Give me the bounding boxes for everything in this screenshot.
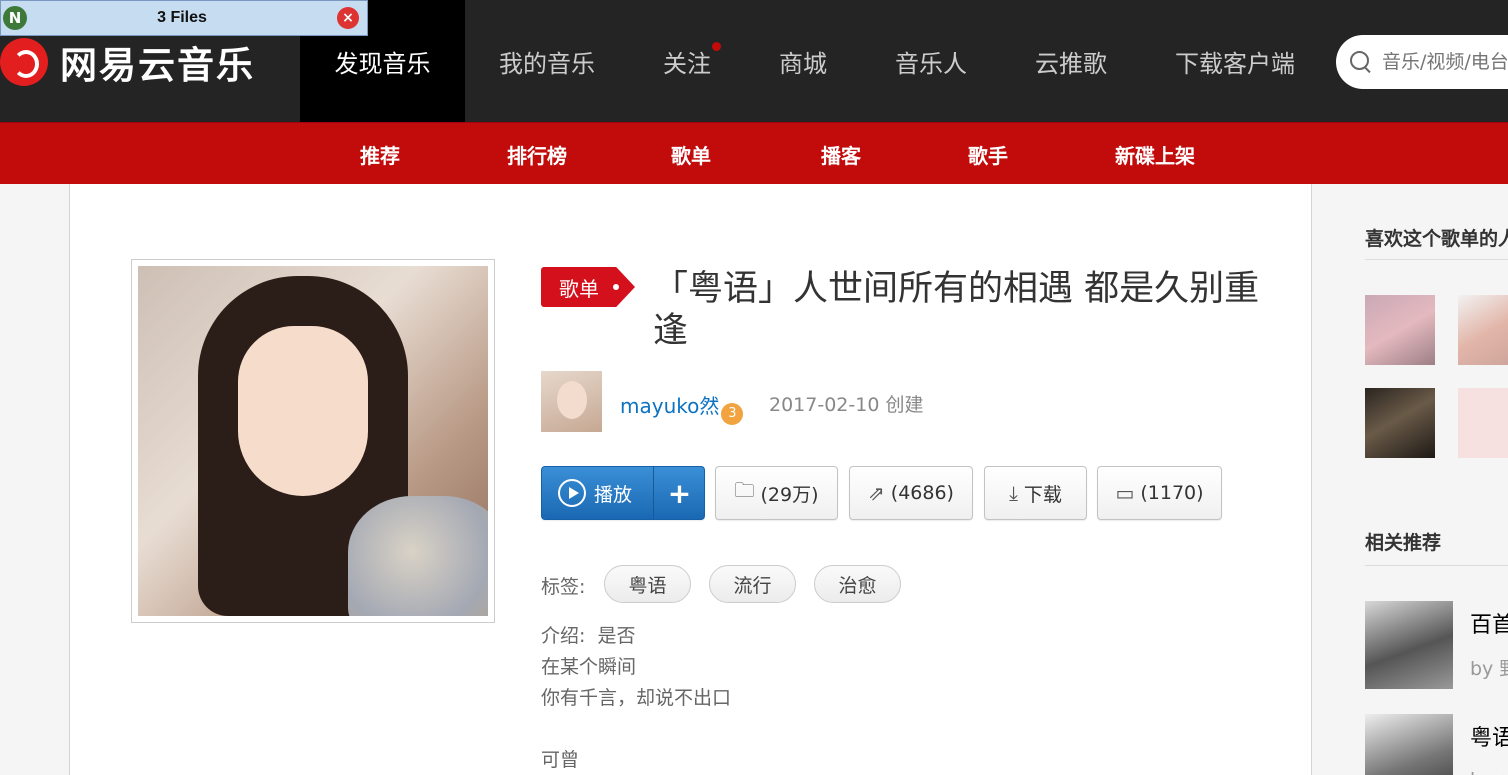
- created-date: 2017-02-10 创建: [769, 394, 924, 416]
- add-to-queue-button[interactable]: +: [654, 467, 705, 519]
- tags-label: 标签:: [541, 576, 586, 598]
- related-playlist-cover[interactable]: [1365, 714, 1453, 775]
- subnav-new-albums[interactable]: 新碟上架: [1115, 123, 1195, 185]
- close-icon[interactable]: ×: [337, 7, 359, 29]
- playlist-type-label: 歌单: [559, 276, 599, 301]
- nav-cloud-promote[interactable]: 云推歌: [1001, 0, 1141, 122]
- playlist-type-badge: 歌单: [541, 267, 635, 307]
- tag-healing[interactable]: 治愈: [814, 565, 901, 603]
- subnav-recommend[interactable]: 推荐: [360, 123, 400, 185]
- subnav-podcasts[interactable]: 播客: [821, 123, 861, 185]
- notification-dot: [712, 42, 721, 51]
- cover-image: [138, 266, 488, 616]
- intro-line: 可曾: [541, 749, 580, 771]
- creator-name[interactable]: mayuko然: [620, 394, 719, 418]
- logo[interactable]: 网易云音乐: [0, 34, 255, 90]
- creator-avatar[interactable]: [541, 371, 602, 432]
- liker-avatar[interactable]: [1365, 295, 1435, 365]
- download-icon: ⤓: [1009, 481, 1018, 505]
- likers-heading: 喜欢这个歌单的人: [1365, 228, 1508, 250]
- liker-avatar[interactable]: [1365, 388, 1435, 458]
- related-playlist-title[interactable]: 粤语: [1470, 720, 1508, 752]
- related-heading: 相关推荐: [1365, 532, 1442, 554]
- logo-text: 网易云音乐: [60, 44, 255, 87]
- search-input[interactable]: [1382, 51, 1508, 73]
- files-popup-title: 3 Files: [157, 9, 207, 26]
- playlist-cover: [131, 259, 495, 623]
- favorite-count: (29万): [760, 483, 819, 506]
- intro-line: 你有千言，却说不出口: [541, 687, 732, 709]
- subnav-playlists[interactable]: 歌单: [671, 123, 711, 185]
- vip-level-icon: 3: [721, 403, 744, 425]
- comment-icon: ▭: [1115, 481, 1135, 505]
- related-playlist-by: by 野: [1470, 658, 1508, 680]
- play-label: 播放: [594, 483, 633, 506]
- related-playlist-cover[interactable]: [1365, 601, 1453, 689]
- folder-add-icon: 🗀: [734, 478, 755, 502]
- play-button[interactable]: 播放 +: [541, 466, 705, 520]
- favorite-button[interactable]: 🗀 (29万): [715, 466, 838, 520]
- comment-button[interactable]: ▭ (1170): [1097, 466, 1222, 520]
- intro-line: [541, 714, 731, 745]
- intro-line: 介绍: 是否: [541, 625, 636, 647]
- nav-follow-label: 关注: [663, 49, 711, 78]
- share-icon: ⇗: [868, 481, 885, 505]
- creator-link[interactable]: mayuko然 3: [620, 390, 744, 425]
- share-count: (4686): [890, 482, 954, 504]
- play-icon: [558, 479, 586, 507]
- share-button[interactable]: ⇗ (4686): [849, 466, 973, 520]
- comment-count: (1170): [1140, 482, 1204, 504]
- files-popup-bar[interactable]: N 3 Files ×: [0, 0, 368, 36]
- liker-avatar[interactable]: [1458, 388, 1508, 458]
- search-icon: [1350, 51, 1372, 73]
- search-box[interactable]: [1336, 35, 1508, 89]
- related-playlist-title[interactable]: 百首: [1470, 607, 1508, 639]
- playlist-title: 「粤语」人世间所有的相遇 都是久别重逢: [653, 269, 1260, 351]
- tag-cantonese[interactable]: 粤语: [604, 565, 691, 603]
- nav-download-client[interactable]: 下载客户端: [1141, 0, 1329, 122]
- app-n-icon: N: [3, 6, 27, 30]
- netease-music-logo-icon: [0, 38, 48, 86]
- download-button[interactable]: ⤓ 下载: [984, 466, 1087, 520]
- subnav-charts[interactable]: 排行榜: [507, 123, 567, 185]
- playlist-intro: 介绍: 是否 在某个瞬间你有千言，却说不出口 可曾: [541, 621, 731, 775]
- nav-my-music[interactable]: 我的音乐: [465, 0, 629, 122]
- related-playlist-by: by 小: [1470, 765, 1508, 775]
- intro-line: 在某个瞬间: [541, 656, 637, 678]
- main-nav: 发现音乐 我的音乐 关注 商城 音乐人 云推歌 下载客户端: [300, 0, 1329, 122]
- nav-musician[interactable]: 音乐人: [861, 0, 1001, 122]
- subnav-artists[interactable]: 歌手: [968, 123, 1008, 185]
- download-label: 下载: [1023, 483, 1062, 506]
- nav-follow[interactable]: 关注: [629, 0, 745, 122]
- nav-store[interactable]: 商城: [745, 0, 861, 122]
- liker-avatar[interactable]: [1458, 295, 1508, 365]
- sub-nav: 推荐 排行榜 歌单 播客 歌手 新碟上架: [0, 122, 1508, 184]
- tag-pop[interactable]: 流行: [709, 565, 796, 603]
